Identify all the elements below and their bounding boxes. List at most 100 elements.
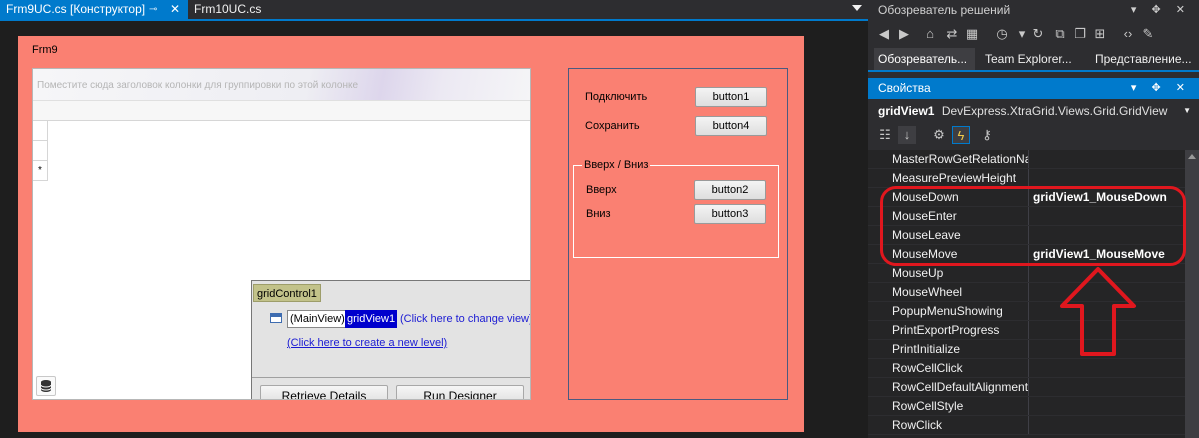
side-panel: Подключить button1 Сохранить button4 Вве… <box>568 68 788 400</box>
divider <box>252 377 530 378</box>
tab-class-view[interactable]: Представление... <box>1091 48 1199 70</box>
properties-toolbar: ☷ ↓ ⚙ ϟ ⚷ <box>868 124 1199 148</box>
button4[interactable]: button4 <box>695 116 767 136</box>
solution-explorer-tabs: Обозреватель... Team Explorer... Предста… <box>868 48 1199 72</box>
connect-label: Подключить <box>585 91 648 103</box>
save-label: Сохранить <box>585 120 640 132</box>
button2[interactable]: button2 <box>694 180 766 200</box>
object-name: gridView1 <box>878 104 935 118</box>
row-indicator-column: * <box>33 121 48 201</box>
refresh-icon[interactable]: ↻ <box>1030 26 1046 42</box>
window-controls[interactable]: ▾ ✥ ✕ <box>1131 78 1191 99</box>
button3[interactable]: button3 <box>694 204 766 224</box>
history-icon[interactable]: ◷ <box>994 26 1010 42</box>
annotation-highlight-box <box>880 186 1186 266</box>
property-row[interactable]: MasterRowGetRelationNa <box>868 150 1199 169</box>
tab-label: Frm9UC.cs [Конструктор] <box>6 2 146 16</box>
window-controls[interactable]: ▾ ✥ ✕ <box>1131 0 1191 21</box>
property-name: RowCellClick <box>892 359 1029 377</box>
chevron-down-icon[interactable]: ▼ <box>1183 100 1191 122</box>
property-name: MasterRowGetRelationNa <box>892 150 1029 168</box>
row-indicator[interactable] <box>33 121 48 141</box>
property-name: PrintExportProgress <box>892 321 1029 339</box>
back-icon[interactable]: ◀ <box>876 26 892 42</box>
property-row[interactable]: PrintInitialize <box>868 340 1199 359</box>
events-lightning-icon[interactable]: ϟ <box>952 126 970 144</box>
home-icon[interactable]: ⌂ <box>922 26 938 42</box>
properties-title-bar[interactable]: Свойства ▾ ✥ ✕ <box>868 78 1199 99</box>
property-row[interactable]: MouseUp <box>868 264 1199 283</box>
property-name: RowClick <box>892 416 1029 434</box>
property-row[interactable]: RowCellDefaultAlignment <box>868 378 1199 397</box>
grid-designer-panel: gridControl1 (MainView) gridView1 (Click… <box>251 280 530 399</box>
property-row[interactable]: RowCellStyle <box>868 397 1199 416</box>
solution-explorer-title-bar[interactable]: Обозреватель решений ▾ ✥ ✕ <box>868 0 1199 21</box>
grid-view-icon <box>270 313 282 323</box>
button1[interactable]: button1 <box>695 87 767 107</box>
properties-page-icon[interactable]: ⚙ <box>930 126 948 144</box>
down-label: Вниз <box>586 208 611 220</box>
tab-team-explorer[interactable]: Team Explorer... <box>981 48 1076 70</box>
view-code-icon[interactable]: ‹› <box>1120 26 1136 42</box>
object-type: DevExpress.XtraGrid.Views.Grid.GridView <box>941 104 1168 118</box>
show-all-files-icon[interactable]: ⊞ <box>1092 26 1108 42</box>
up-down-groupbox: Вверх / Вниз Вверх button2 Вниз button3 <box>573 159 779 258</box>
tab-label: Frm10UC.cs <box>194 2 262 16</box>
document-tab-bar: Frm9UC.cs [Конструктор] ⊸ ✕ Frm10UC.cs <box>0 0 868 21</box>
form-frm9[interactable]: Frm9 Поместите сюда заголовок колонки дл… <box>18 36 804 432</box>
up-label: Вверх <box>586 184 617 196</box>
property-name: MouseUp <box>892 264 1029 282</box>
create-new-level-link[interactable]: (Click here to create a new level) <box>287 337 447 349</box>
form-title: Frm9 <box>32 44 58 56</box>
property-row[interactable]: RowClick <box>868 416 1199 435</box>
annotation-up-arrow-icon <box>1060 267 1136 356</box>
property-name: MouseWheel <box>892 283 1029 301</box>
change-view-link[interactable]: (Click here to change view) <box>400 310 530 328</box>
forward-icon[interactable]: ▶ <box>896 26 912 42</box>
database-icon[interactable] <box>36 376 56 396</box>
scroll-up-icon[interactable] <box>1188 154 1196 159</box>
tab-frm9uc-designer[interactable]: Frm9UC.cs [Конструктор] ⊸ ✕ <box>0 0 188 19</box>
sync-icon[interactable]: ⇄ <box>944 26 960 42</box>
pin-icon[interactable]: ⊸ <box>149 0 157 19</box>
tab-frm10uc[interactable]: Frm10UC.cs <box>188 0 267 19</box>
properties-wrench-icon[interactable]: ✎ <box>1140 26 1156 42</box>
main-view-tag: (MainView) <box>287 310 348 328</box>
grid-control-name-label: gridControl1 <box>253 284 321 302</box>
tab-list-dropdown-icon[interactable] <box>852 5 862 11</box>
dropdown-icon[interactable]: ▾ <box>1014 26 1030 42</box>
properties-object-selector[interactable]: gridView1 DevExpress.XtraGrid.Views.Grid… <box>868 100 1199 122</box>
property-pages-key-icon[interactable]: ⚷ <box>978 126 996 144</box>
grid-control[interactable]: Поместите сюда заголовок колонки для гру… <box>32 68 531 400</box>
property-row[interactable]: MouseWheel <box>868 283 1199 302</box>
run-designer-button[interactable]: Run Designer <box>396 385 524 399</box>
property-row[interactable]: PopupMenuShowing <box>868 302 1199 321</box>
group-panel-hint: Поместите сюда заголовок колонки для гру… <box>37 80 359 91</box>
categorized-icon[interactable]: ☷ <box>876 126 894 144</box>
property-name: PopupMenuShowing <box>892 302 1029 320</box>
alphabetical-icon[interactable]: ↓ <box>898 126 916 144</box>
property-name: RowCellDefaultAlignment <box>892 378 1029 396</box>
property-name: RowCellStyle <box>892 397 1029 415</box>
property-name: MeasurePreviewHeight <box>892 169 1029 187</box>
property-grid-scrollbar[interactable] <box>1185 150 1199 438</box>
groupbox-title: Вверх / Вниз <box>582 159 651 171</box>
property-name: PrintInitialize <box>892 340 1029 358</box>
column-header-row[interactable] <box>33 101 530 121</box>
property-row[interactable]: PrintExportProgress <box>868 321 1199 340</box>
copy-icon[interactable]: ❐ <box>1072 26 1088 42</box>
tab-solution-explorer[interactable]: Обозреватель... <box>874 48 975 70</box>
pending-changes-icon[interactable]: ▦ <box>964 26 980 42</box>
group-panel[interactable]: Поместите сюда заголовок колонки для гру… <box>33 69 530 101</box>
designer-document-area: Frm9UC.cs [Конструктор] ⊸ ✕ Frm10UC.cs F… <box>0 0 868 438</box>
retrieve-details-button[interactable]: Retrieve Details <box>260 385 388 399</box>
collapse-all-icon[interactable]: ⧉ <box>1052 26 1068 42</box>
solution-explorer-toolbar: ◀ ▶ ⌂ ⇄ ▦ ◷ ▾ ↻ ⧉ ❐ ⊞ ‹› ✎ <box>868 22 1199 48</box>
property-row[interactable]: RowCellClick <box>868 359 1199 378</box>
properties-title: Свойства <box>878 81 931 95</box>
grid-view-selected-tag[interactable]: gridView1 <box>345 310 398 328</box>
row-indicator[interactable] <box>33 141 48 161</box>
new-row-indicator[interactable]: * <box>33 161 48 181</box>
solution-explorer-title: Обозреватель решений <box>878 3 1011 17</box>
close-icon[interactable]: ✕ <box>170 0 180 19</box>
